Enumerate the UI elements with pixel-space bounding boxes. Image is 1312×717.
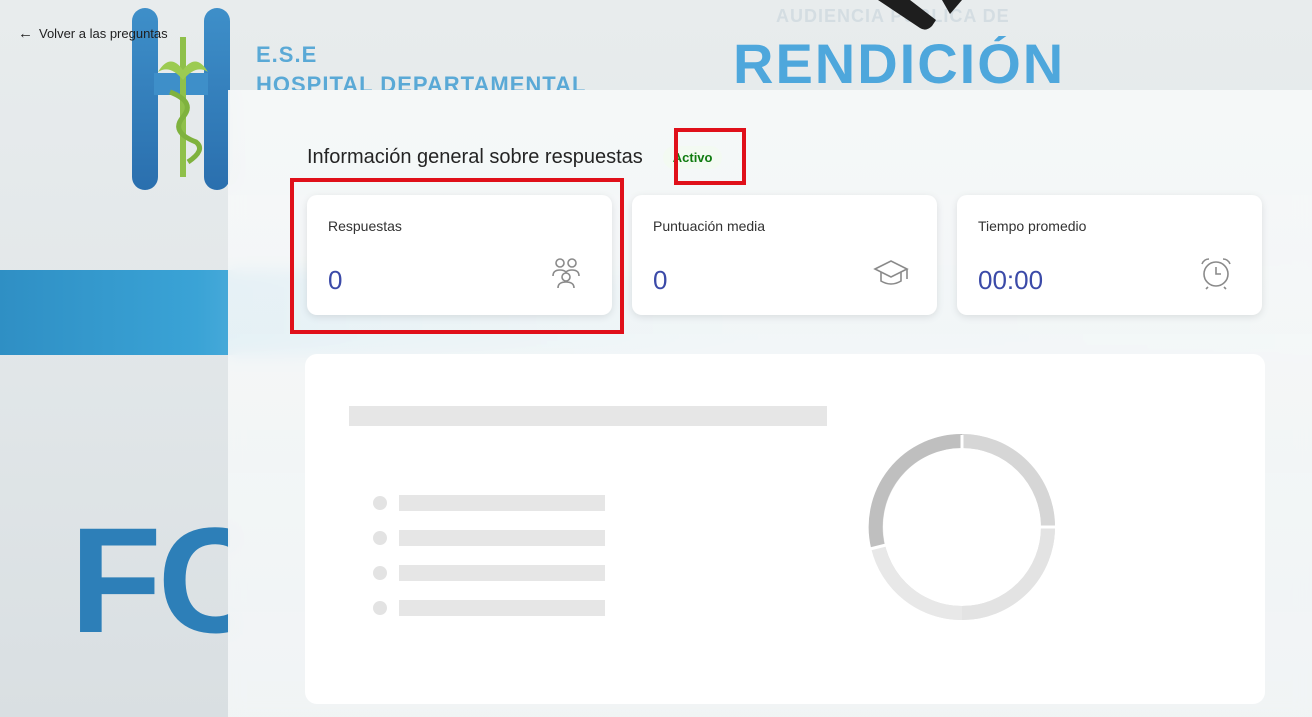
average-score-value: 0 — [653, 265, 668, 295]
status-highlight-box — [674, 128, 746, 185]
banner-hospital-text: HOSPITAL DEPARTAMENTAL — [256, 72, 587, 90]
arrow-left-icon: ← — [18, 25, 33, 42]
chart-placeholder-card — [305, 354, 1265, 704]
back-to-questions-link[interactable]: ← Volver a las preguntas — [18, 25, 168, 42]
placeholder-donut-chart — [868, 433, 1056, 621]
average-time-card[interactable]: Tiempo promedio 00:00 — [957, 195, 1262, 315]
banner-ese-text: E.S.E — [256, 42, 318, 67]
placeholder-legend-row — [373, 565, 605, 581]
placeholder-legend-row — [373, 495, 605, 511]
average-score-label: Puntuación media — [653, 218, 766, 234]
average-score-card[interactable]: Puntuación media 0 — [632, 195, 937, 315]
back-link-label: Volver a las preguntas — [39, 26, 168, 41]
placeholder-legend-row — [373, 600, 605, 616]
pen-decoration — [850, 0, 962, 30]
placeholder-legend-row — [373, 530, 605, 546]
average-time-label: Tiempo promedio — [978, 218, 1087, 234]
placeholder-title-bar — [349, 406, 827, 426]
banner-rendicion-text: RENDICIÓN — [733, 36, 1066, 92]
caduceus-icon — [158, 37, 208, 177]
responses-highlight-box — [290, 178, 624, 334]
page-title: Información general sobre respuestas — [307, 146, 643, 168]
overview-header: Información general sobre respuestas Act… — [307, 146, 723, 169]
graduation-cap-icon — [873, 260, 909, 285]
average-time-value: 00:00 — [978, 265, 1044, 295]
alarm-clock-icon — [1201, 258, 1231, 290]
banner-fo-text: FC — [70, 505, 230, 655]
